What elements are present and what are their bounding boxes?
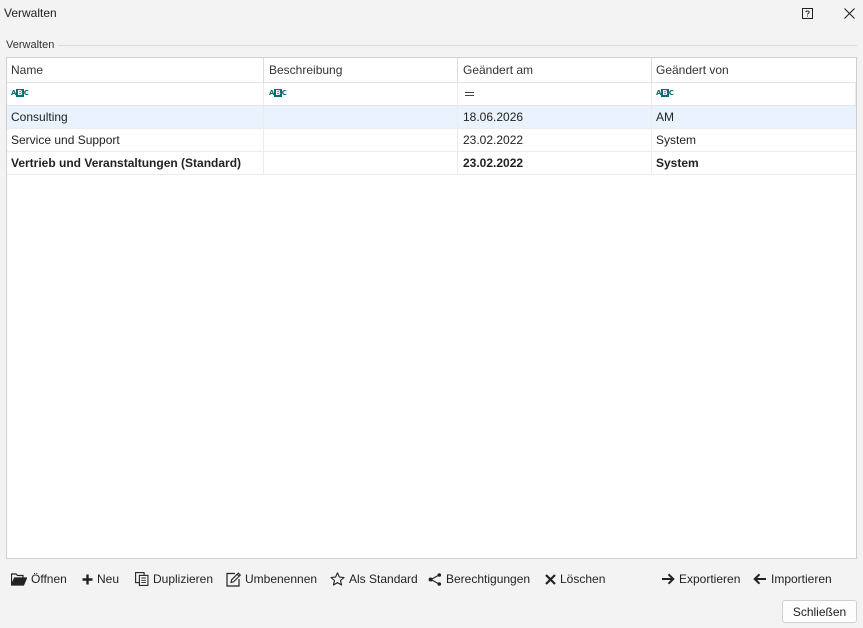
permissions-button[interactable]: Berechtigungen	[428, 568, 530, 590]
open-label: Öffnen	[31, 572, 67, 586]
duplicate-label: Duplizieren	[153, 572, 214, 586]
column-header-changed-at[interactable]: Geändert am	[458, 58, 652, 83]
cell-changed-by: System	[656, 156, 699, 170]
close-button[interactable]: Schließen	[782, 600, 857, 623]
arrow-right-icon	[662, 573, 675, 585]
folder-open-icon	[11, 572, 27, 586]
close-icon	[843, 7, 855, 19]
column-header-changed-by[interactable]: Geändert von	[652, 58, 856, 83]
cell-description	[264, 106, 458, 128]
group-divider	[58, 45, 857, 46]
delete-label: Löschen	[560, 572, 606, 586]
grid-header-row: Name Beschreibung Geändert am Geändert v…	[7, 58, 856, 83]
table-row[interactable]: Vertrieb und Veranstaltungen (Standard) …	[7, 152, 856, 175]
rename-label: Umbenennen	[245, 572, 318, 586]
new-button[interactable]: Neu	[82, 568, 119, 590]
export-label: Exportieren	[679, 572, 741, 586]
cell-changed-at: 23.02.2022	[458, 129, 652, 151]
text-filter-icon: ABC	[656, 89, 674, 98]
filter-cell-name[interactable]: ABC	[7, 83, 264, 105]
cell-changed-at: 23.02.2022	[458, 152, 652, 174]
table-row[interactable]: Service und Support 23.02.2022 System	[7, 129, 856, 152]
cell-name: Consulting	[7, 106, 264, 128]
arrow-left-icon	[753, 573, 766, 585]
equals-filter-icon	[465, 91, 474, 96]
cell-changed-at: 18.06.2026	[458, 106, 652, 128]
text-filter-icon: ABC	[269, 89, 287, 98]
column-header-name[interactable]: Name	[7, 58, 264, 83]
copy-icon	[135, 572, 149, 586]
filter-cell-description[interactable]: ABC	[264, 83, 458, 105]
help-icon	[801, 7, 813, 19]
permissions-label: Berechtigungen	[446, 572, 531, 586]
window-title: Verwalten	[4, 6, 57, 20]
open-button[interactable]: Öffnen	[11, 568, 67, 590]
share-icon	[428, 572, 442, 586]
set-default-label: Als Standard	[349, 572, 418, 586]
duplicate-button[interactable]: Duplizieren	[135, 568, 213, 590]
close-window-button[interactable]	[837, 2, 861, 24]
filter-cell-changed-by[interactable]: ABC	[652, 83, 856, 105]
cell-description	[264, 152, 458, 174]
help-button[interactable]	[795, 2, 819, 24]
cell-name: Service und Support	[7, 129, 264, 151]
plus-icon	[82, 574, 93, 584]
delete-button[interactable]: Löschen	[545, 568, 605, 590]
edit-icon	[226, 571, 241, 587]
set-default-button[interactable]: Als Standard	[330, 568, 418, 590]
title-bar: Verwalten	[0, 0, 863, 26]
star-icon	[330, 572, 345, 586]
data-grid: Name Beschreibung Geändert am Geändert v…	[6, 57, 857, 559]
filter-cell-changed-at[interactable]	[458, 83, 652, 105]
action-toolbar: Öffnen Neu Duplizieren Umbenennen Als St…	[0, 568, 863, 590]
export-button[interactable]: Exportieren	[661, 568, 740, 590]
cell-changed-by: AM	[656, 110, 674, 124]
cell-name: Vertrieb und Veranstaltungen (Standard)	[7, 152, 264, 174]
import-button[interactable]: Importieren	[753, 568, 832, 590]
cell-changed-by: System	[656, 133, 697, 147]
group-label: Verwalten	[6, 39, 55, 51]
new-label: Neu	[97, 572, 120, 586]
table-row[interactable]: Consulting 18.06.2026 AM	[7, 106, 856, 129]
rename-button[interactable]: Umbenennen	[226, 568, 317, 590]
text-filter-icon: ABC	[11, 89, 29, 98]
column-header-description[interactable]: Beschreibung	[264, 58, 458, 83]
import-label: Importieren	[771, 572, 832, 586]
filter-row: ABC ABC ABC	[7, 83, 856, 106]
delete-icon	[545, 573, 556, 585]
cell-description	[264, 129, 458, 151]
